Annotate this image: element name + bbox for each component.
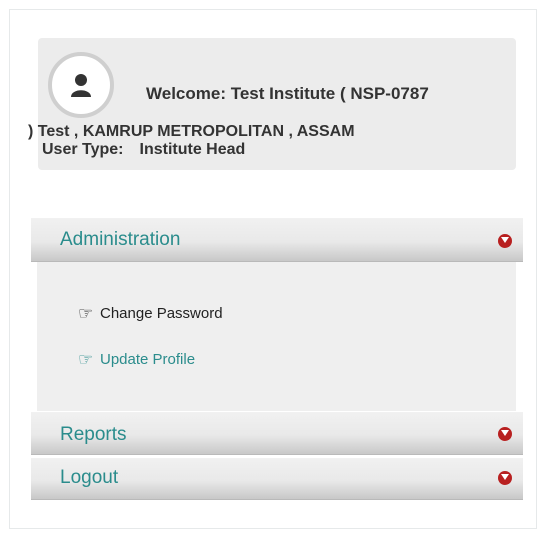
- menu-item-update-profile[interactable]: ☞ Update Profile: [78, 350, 195, 370]
- welcome-text: Welcome: Test Institute ( NSP-0787: [146, 84, 429, 103]
- menu-header-logout[interactable]: Logout: [31, 458, 523, 500]
- menu-header-label: Administration: [60, 229, 181, 250]
- menu-header-administration[interactable]: Administration: [31, 218, 523, 262]
- menu-header-label: Reports: [60, 424, 127, 445]
- user-type: User Type: Institute Head: [42, 141, 245, 159]
- menu-header-reports[interactable]: Reports: [31, 412, 523, 455]
- menu-item-change-password[interactable]: ☞ Change Password: [78, 304, 223, 324]
- chevron-down-circle-icon[interactable]: [498, 471, 512, 485]
- menu-item-label: Change Password: [100, 304, 223, 322]
- avatar: [48, 52, 114, 118]
- hand-pointer-icon: ☞: [78, 304, 94, 323]
- chevron-down-circle-icon[interactable]: [498, 234, 512, 248]
- user-type-label: User Type:: [42, 141, 124, 158]
- menu-header-label: Logout: [60, 467, 119, 488]
- user-type-value: Institute Head: [139, 141, 246, 158]
- hand-pointer-icon: ☞: [78, 350, 94, 369]
- administration-submenu: [37, 262, 516, 411]
- user-icon: [71, 74, 91, 97]
- institute-address: ) Test , KAMRUP METROPOLITAN , ASSAM: [28, 123, 355, 140]
- chevron-down-circle-icon[interactable]: [498, 427, 512, 441]
- menu-item-label: Update Profile: [100, 350, 196, 368]
